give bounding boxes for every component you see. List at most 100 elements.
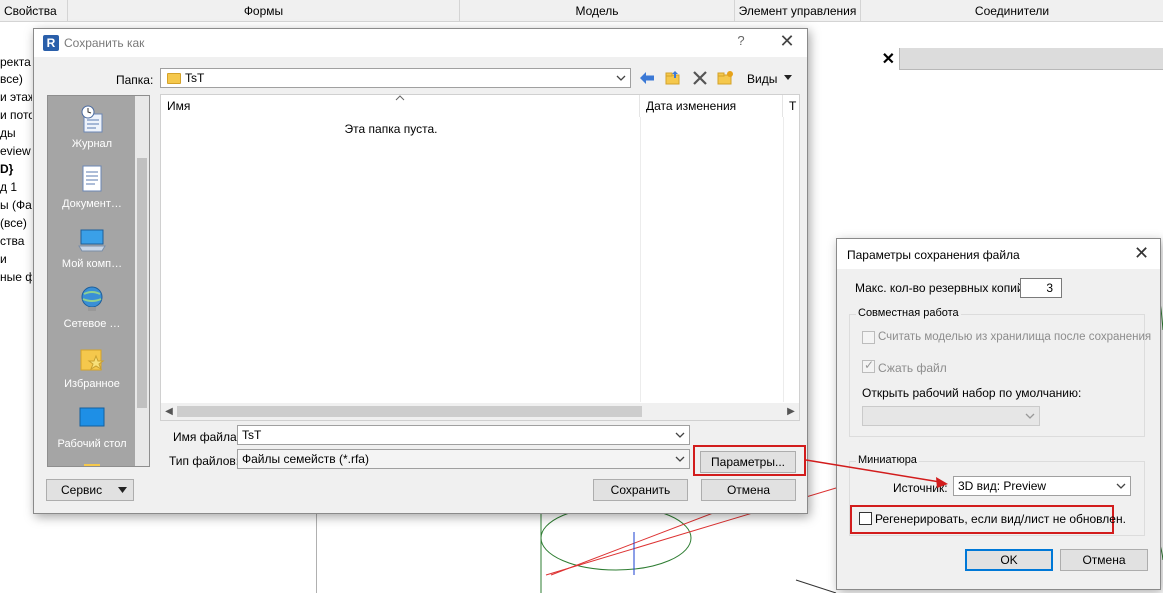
cancel-button[interactable]: Отмена bbox=[1060, 549, 1148, 571]
project-browser-item[interactable]: ы (Фас bbox=[0, 198, 32, 212]
collaboration-group: Совместная работа Считать моделью из хра… bbox=[849, 307, 1151, 437]
source-label: Источник: bbox=[893, 481, 948, 495]
delete-icon[interactable] bbox=[691, 69, 709, 87]
place-label: Журнал bbox=[71, 138, 113, 150]
group-title: Миниатюра bbox=[856, 454, 919, 466]
scroll-right-icon[interactable]: ▶ bbox=[783, 403, 799, 420]
chevron-down-icon bbox=[1025, 413, 1035, 419]
source-value: 3D вид: Preview bbox=[958, 479, 1047, 493]
project-browser-item[interactable]: и этаж bbox=[0, 90, 32, 104]
place-label: Мой комп… bbox=[61, 258, 123, 270]
revit-app-icon: R bbox=[43, 35, 59, 51]
column-divider bbox=[640, 117, 641, 402]
folder-value: TsT bbox=[185, 71, 205, 85]
ribbon-tab-label: Свойства bbox=[4, 4, 57, 18]
places-bar: Журнал Документ… Мой комп… Сетевое … Изб… bbox=[47, 95, 150, 467]
project-browser-item[interactable]: ные фа bbox=[0, 270, 32, 284]
read-from-central-label: Считать моделью из хранилища после сохра… bbox=[878, 331, 1152, 343]
project-browser-item[interactable]: д 1 bbox=[0, 180, 17, 194]
workset-select bbox=[862, 406, 1040, 426]
folder-select[interactable]: TsT bbox=[160, 68, 631, 88]
favorites-folder-icon bbox=[80, 349, 105, 371]
network-icon bbox=[81, 286, 103, 311]
horizontal-scrollbar[interactable]: ◀ ▶ bbox=[161, 403, 799, 420]
regenerate-checkbox[interactable] bbox=[859, 512, 872, 525]
caret-down-icon bbox=[118, 487, 127, 493]
caret-down-icon[interactable] bbox=[782, 71, 794, 83]
workset-label: Открыть рабочий набор по умолчанию: bbox=[862, 386, 1082, 400]
ribbon-tab-properties[interactable]: Свойства bbox=[0, 0, 68, 22]
chevron-down-icon bbox=[675, 432, 685, 438]
filename-label: Имя файла: bbox=[173, 430, 240, 444]
project-browser-item[interactable]: eview bbox=[0, 144, 31, 158]
service-menu-button[interactable]: Сервис bbox=[46, 479, 134, 501]
ribbon-tab-connectors[interactable]: Соединители bbox=[861, 0, 1163, 22]
project-browser-item[interactable]: все) bbox=[0, 72, 23, 86]
place-label: Избранное bbox=[64, 378, 120, 390]
back-arrow-icon[interactable] bbox=[638, 69, 656, 87]
regenerate-label: Регенерировать, если вид/лист не обновле… bbox=[875, 512, 1126, 526]
compress-checkbox: ✓ bbox=[862, 358, 875, 373]
compress-label: Сжать файл bbox=[878, 361, 947, 375]
place-documents[interactable]: Документ… bbox=[48, 164, 136, 224]
project-browser-item[interactable]: (все) bbox=[0, 216, 27, 230]
views-menu[interactable]: Виды bbox=[747, 72, 777, 86]
file-list[interactable]: Имя Дата изменения Т Эта папка пуста. ◀ … bbox=[160, 94, 800, 421]
place-label: Сетевое … bbox=[63, 318, 121, 330]
column-date-modified[interactable]: Дата изменения bbox=[640, 95, 783, 117]
close-button[interactable]: ✕ bbox=[778, 31, 796, 51]
project-browser-item[interactable]: и потол bbox=[0, 108, 32, 122]
parameters-button[interactable]: Параметры... bbox=[700, 451, 796, 473]
document-icon bbox=[82, 165, 102, 192]
ok-button[interactable]: OK bbox=[965, 549, 1053, 571]
place-desktop[interactable]: Рабочий стол bbox=[48, 404, 136, 464]
help-button[interactable]: ? bbox=[734, 33, 748, 51]
source-select[interactable]: 3D вид: Preview bbox=[953, 476, 1131, 496]
place-more[interactable] bbox=[48, 464, 136, 466]
close-icon[interactable]: ✕ bbox=[882, 49, 895, 69]
new-folder-icon[interactable] bbox=[716, 69, 734, 87]
check-icon: ✓ bbox=[864, 358, 875, 372]
place-label: Документ… bbox=[62, 198, 122, 210]
cancel-button[interactable]: Отмена bbox=[701, 479, 796, 501]
project-browser-item[interactable]: и bbox=[0, 252, 7, 266]
filename-input[interactable]: TsT bbox=[237, 425, 690, 445]
filetype-label: Тип файлов: bbox=[169, 454, 240, 468]
dialog-title: Сохранить как bbox=[64, 36, 145, 50]
ribbon-tab-model[interactable]: Модель bbox=[460, 0, 735, 22]
place-network[interactable]: Сетевое … bbox=[48, 284, 136, 344]
chevron-down-icon bbox=[616, 75, 626, 81]
ribbon-tab-label: Элемент управления bbox=[738, 4, 857, 18]
max-backups-label: Макс. кол-во резервных копий: bbox=[855, 281, 1027, 295]
filetype-value: Файлы семейств (*.rfa) bbox=[242, 452, 369, 466]
places-scrollbar[interactable] bbox=[135, 96, 149, 466]
place-favorites[interactable]: Избранное bbox=[48, 344, 136, 404]
scroll-left-icon[interactable]: ◀ bbox=[161, 403, 177, 420]
project-browser-item[interactable]: ректа - bbox=[0, 55, 32, 69]
service-button-label: Сервис bbox=[61, 483, 103, 497]
up-folder-icon[interactable] bbox=[664, 69, 682, 87]
column-type[interactable]: Т bbox=[783, 95, 799, 117]
computer-icon bbox=[78, 229, 106, 252]
scroll-thumb[interactable] bbox=[177, 406, 642, 417]
place-history[interactable]: Журнал bbox=[48, 104, 136, 164]
ribbon-tab-forms[interactable]: Формы bbox=[68, 0, 460, 22]
filetype-select[interactable]: Файлы семейств (*.rfa) bbox=[237, 449, 690, 469]
max-backups-input[interactable]: 3 bbox=[1020, 278, 1062, 298]
project-browser-item[interactable]: ства bbox=[0, 234, 24, 248]
project-browser: ректа - все) и этаж и потол ды eview D} … bbox=[0, 22, 32, 593]
history-icon bbox=[81, 105, 103, 133]
scroll-thumb[interactable] bbox=[137, 158, 147, 408]
save-button[interactable]: Сохранить bbox=[593, 479, 688, 501]
dialog-titlebar: Параметры сохранения файла ✕ bbox=[837, 239, 1160, 269]
read-from-central-checkbox bbox=[862, 331, 875, 344]
ribbon-tab-label: Соединители bbox=[974, 4, 1050, 18]
project-browser-item[interactable]: D} bbox=[0, 162, 13, 176]
place-computer[interactable]: Мой комп… bbox=[48, 224, 136, 284]
folder-label: Папка: bbox=[116, 73, 154, 87]
ribbon-tab-control[interactable]: Элемент управления bbox=[735, 0, 861, 22]
project-browser-item[interactable]: ды bbox=[0, 126, 16, 140]
chevron-down-icon bbox=[675, 456, 685, 462]
ribbon-tab-label: Модель bbox=[575, 4, 619, 18]
close-button[interactable]: ✕ bbox=[1134, 243, 1149, 264]
